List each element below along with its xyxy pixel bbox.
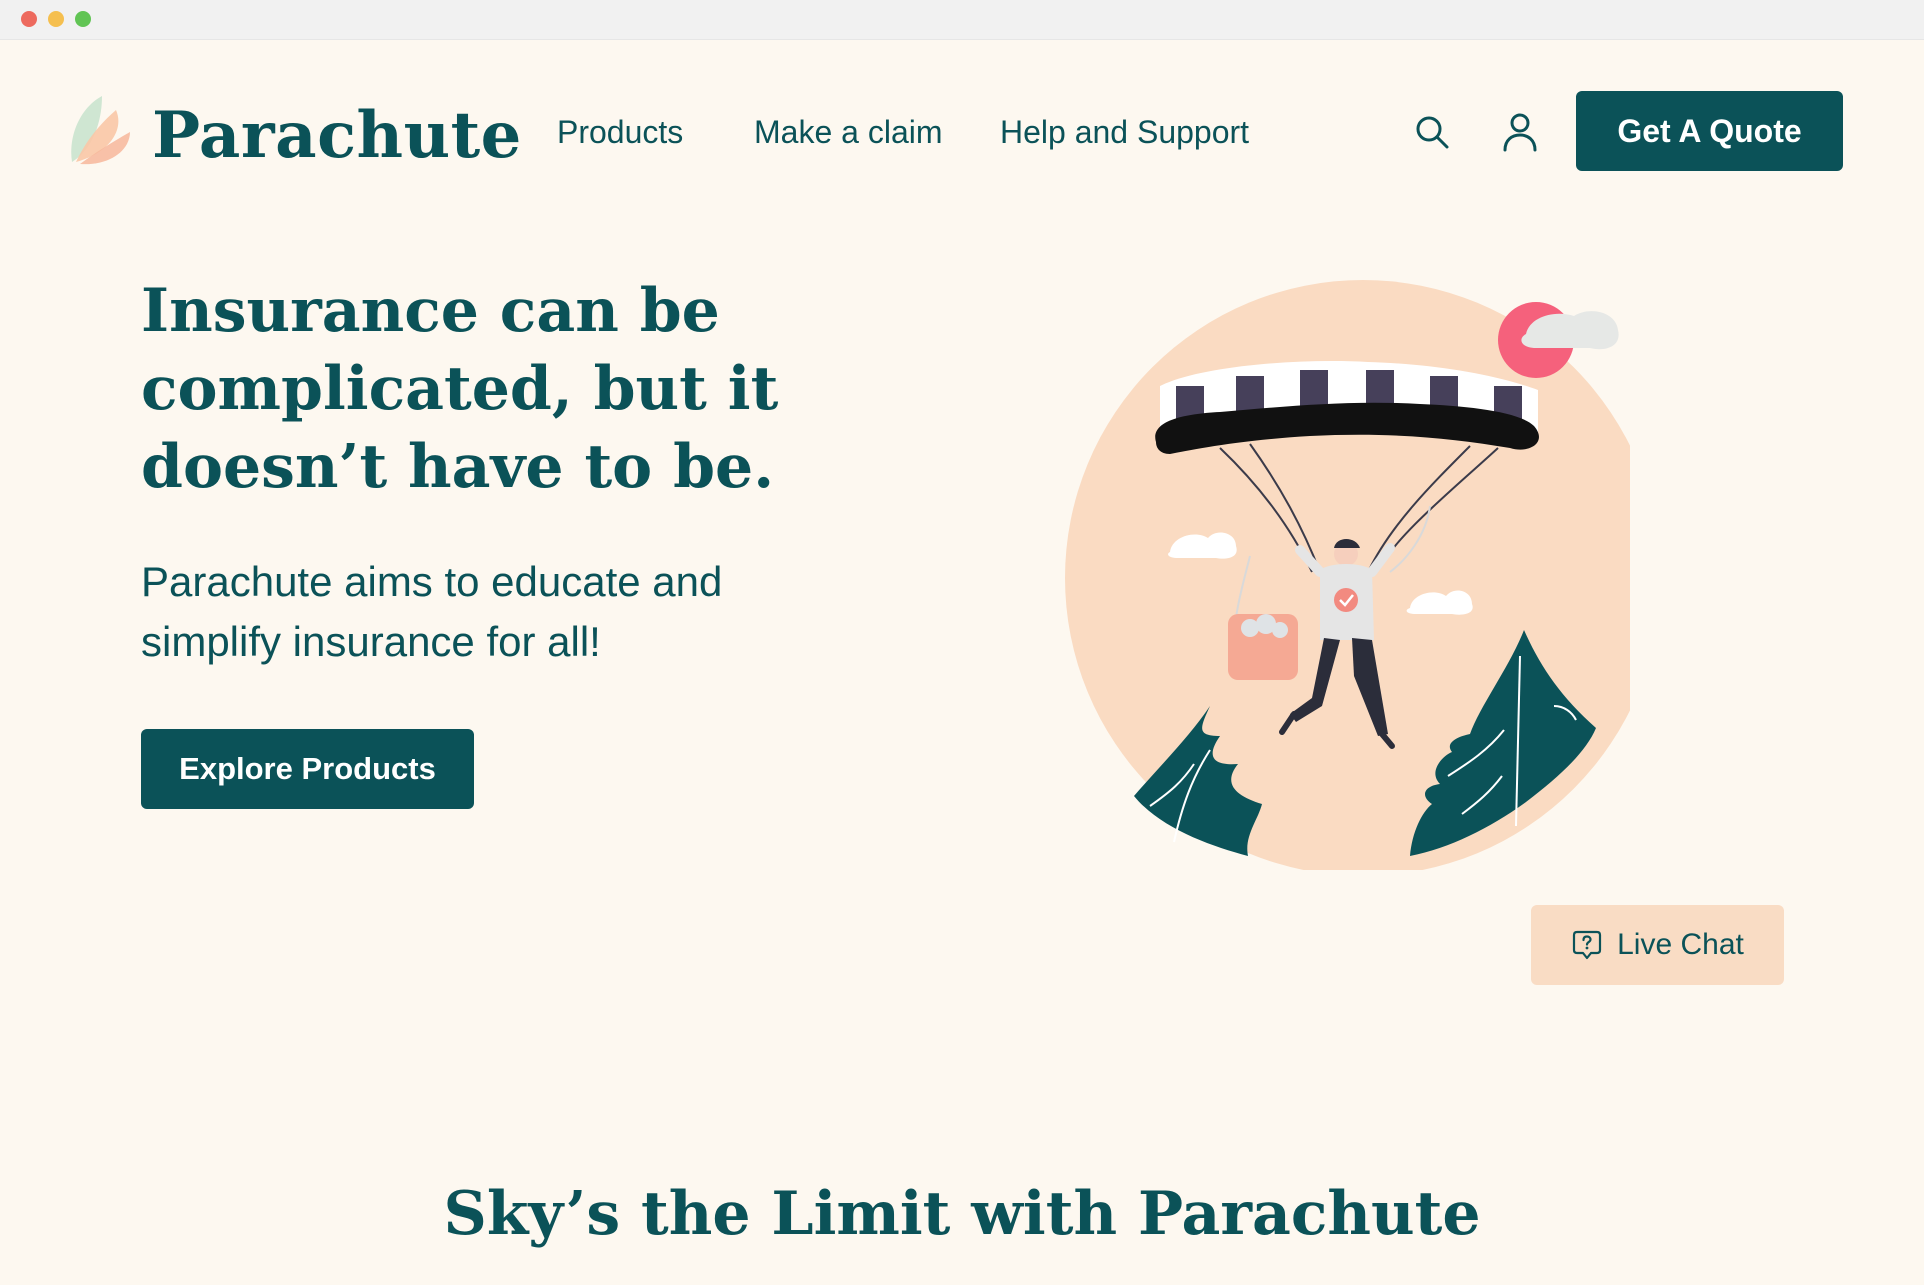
brand-name[interactable]: Parachute — [152, 96, 522, 176]
explore-products-button[interactable]: Explore Products — [141, 729, 474, 809]
close-window-button[interactable] — [21, 11, 37, 27]
nav-link-help-and-support[interactable]: Help and Support — [1000, 110, 1249, 154]
search-icon — [1416, 116, 1449, 149]
hero-subtitle: Parachute aims to educate and simplify i… — [141, 558, 723, 665]
live-chat-label: Live Chat — [1617, 928, 1744, 961]
parachute-person-illustration — [1065, 280, 1630, 870]
search-button[interactable] — [1408, 108, 1456, 156]
maximize-window-button[interactable] — [75, 11, 91, 27]
nav-link-make-a-claim[interactable]: Make a claim — [754, 110, 943, 154]
user-icon — [1503, 113, 1537, 152]
get-a-quote-button[interactable]: Get A Quote — [1576, 91, 1843, 171]
leaf-petals-logo-icon[interactable] — [66, 92, 142, 168]
minimize-window-button[interactable] — [48, 11, 64, 27]
nav-link-products[interactable]: Products — [557, 110, 683, 154]
live-chat-button[interactable]: Live Chat — [1531, 905, 1784, 985]
landing-page: Parachute Products Make a claim Help and… — [0, 40, 1924, 1285]
section-title: Sky’s the Limit with Parachute — [443, 1179, 1481, 1249]
browser-window-bar — [0, 0, 1924, 40]
chat-question-icon — [1573, 930, 1602, 960]
account-button[interactable] — [1496, 108, 1544, 156]
hero-title: Insurance can be complicated, but it doe… — [141, 276, 779, 502]
